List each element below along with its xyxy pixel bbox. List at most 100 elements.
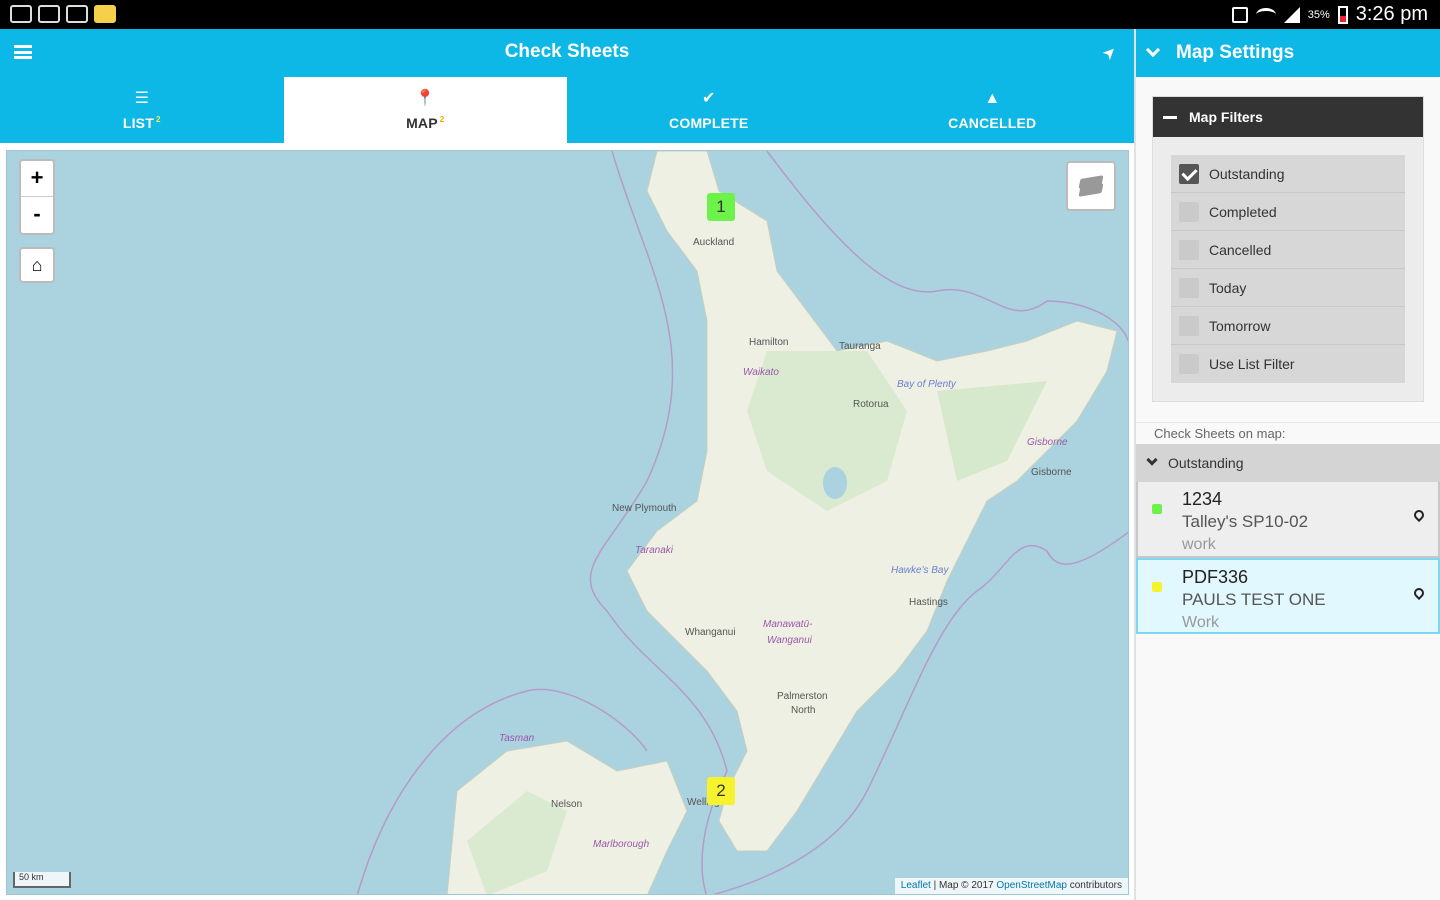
wifi-icon	[1255, 7, 1276, 22]
outstanding-group-header[interactable]: Outstanding	[1136, 444, 1440, 482]
region-label: Wanganui	[767, 635, 812, 646]
filter-list: Outstanding Completed Cancelled Today To…	[1171, 155, 1405, 383]
filter-completed[interactable]: Completed	[1171, 193, 1405, 231]
tab-map-badge: 2	[439, 115, 445, 124]
zoom-control: + -	[19, 159, 55, 235]
leaflet-link[interactable]: Leaflet	[901, 880, 931, 891]
region-label: Marlborough	[593, 839, 650, 850]
message-notification-icon	[66, 5, 88, 23]
region-label: Gisborne	[1027, 437, 1068, 448]
place-label: Hastings	[909, 597, 948, 608]
water-label: Bay of Plenty	[897, 379, 956, 390]
image-notification-icon	[10, 5, 32, 23]
region-label: Tasman	[499, 733, 535, 744]
zoom-out-button[interactable]: -	[21, 197, 53, 233]
chevron-down-icon	[1145, 42, 1161, 58]
region-label: Taranaki	[635, 545, 673, 556]
home-icon: ⌂	[31, 255, 43, 275]
collapse-icon	[1163, 115, 1177, 119]
place-label: North	[791, 705, 816, 716]
tab-bar: ☰ LIST 2 📍 MAP 2 ✔ COMPLETE ▲ CANCELLED	[0, 77, 1134, 143]
place-label: Auckland	[693, 237, 735, 248]
filter-label: Cancelled	[1209, 241, 1272, 258]
tab-map[interactable]: 📍 MAP 2	[283, 77, 567, 143]
tab-list-badge: 2	[155, 115, 161, 124]
notification-icons	[10, 5, 116, 23]
sheet-id: 1234	[1182, 489, 1223, 509]
map-land-layer	[356, 151, 1128, 894]
place-label: Palmerston	[777, 691, 828, 702]
status-bar: 35% 3:26 pm	[0, 0, 1440, 29]
osm-link[interactable]: OpenStreetMap	[996, 880, 1067, 891]
place-label: Tauranga	[839, 341, 881, 352]
tab-complete[interactable]: ✔ COMPLETE	[567, 77, 851, 143]
system-indicators: 35% 3:26 pm	[1231, 3, 1428, 26]
battery-percent: 35%	[1307, 8, 1330, 21]
home-button[interactable]: ⌂	[19, 247, 55, 283]
map-view[interactable]: Auckland Hamilton Tauranga Waikato Bay o…	[6, 150, 1129, 895]
map-settings-header[interactable]: Map Settings	[1136, 29, 1440, 77]
filter-tomorrow[interactable]: Tomorrow	[1171, 307, 1405, 345]
checkbox[interactable]	[1179, 315, 1199, 336]
chevron-down-icon	[1146, 454, 1158, 466]
check-icon: ✔	[702, 90, 716, 107]
map-filters-header[interactable]: Map Filters	[1153, 97, 1423, 137]
folder-notification-icon	[94, 5, 116, 23]
checkbox[interactable]	[1179, 239, 1199, 260]
clock: 3:26 pm	[1355, 3, 1428, 25]
filter-label: Today	[1209, 279, 1247, 296]
north-island	[626, 151, 1118, 852]
map-marker-2[interactable]: 2	[707, 777, 735, 805]
check-sheet-item[interactable]: PDF336 PAULS TEST ONE Work	[1136, 558, 1440, 634]
image-notification-icon	[38, 5, 60, 23]
checkbox[interactable]	[1179, 354, 1199, 374]
filter-outstanding[interactable]: Outstanding	[1171, 155, 1405, 193]
filter-today[interactable]: Today	[1171, 269, 1405, 307]
region-label: Manawatū-	[763, 619, 813, 630]
place-label: Gisborne	[1031, 467, 1072, 478]
map-marker-1[interactable]: 1	[707, 193, 735, 221]
sheet-type: work	[1182, 536, 1216, 553]
app-bar: Check Sheets ➤	[0, 29, 1134, 77]
place-label: Hamilton	[749, 337, 789, 348]
scale-bar: 50 km	[13, 872, 71, 888]
lake-taupo	[823, 467, 847, 499]
water-label: Hawke's Bay	[891, 565, 949, 576]
app-root: 35% 3:26 pm Check Sheets ➤ ☰ LIST 2 📍 MAP…	[0, 0, 1440, 900]
sheet-name: Talley's SP10-02	[1182, 512, 1309, 531]
filter-label: Outstanding	[1209, 165, 1285, 182]
list-icon: ☰	[134, 90, 149, 107]
checkbox[interactable]	[1179, 201, 1199, 222]
filter-label: Completed	[1209, 203, 1277, 220]
check-sheet-item[interactable]: 1234 Talley's SP10-02 work	[1136, 482, 1440, 558]
map-settings-title: Map Settings	[1176, 42, 1295, 63]
tab-map-label: MAP	[406, 115, 438, 131]
place-label: Rotorua	[853, 399, 889, 410]
check-sheets-on-map-label: Check Sheets on map:	[1136, 422, 1440, 444]
status-dot	[1152, 504, 1162, 514]
filter-label: Tomorrow	[1209, 317, 1271, 334]
tab-list[interactable]: ☰ LIST 2	[0, 77, 284, 143]
tab-cancelled[interactable]: ▲ CANCELLED	[851, 77, 1135, 143]
place-label: Whanganui	[685, 627, 736, 638]
sheet-type: Work	[1182, 614, 1220, 631]
attribution-text: | Map © 2017	[930, 880, 997, 891]
tab-cancelled-label: CANCELLED	[948, 115, 1037, 131]
sim-icon	[1231, 6, 1248, 23]
map-attribution: Leaflet | Map © 2017 OpenStreetMap contr…	[894, 878, 1128, 894]
tab-complete-label: COMPLETE	[669, 115, 749, 131]
checkbox[interactable]	[1179, 163, 1199, 184]
filter-label: Use List Filter	[1209, 356, 1295, 372]
zoom-in-button[interactable]: +	[21, 161, 53, 197]
map-settings-panel: Map Settings Map Filters Outstanding Com…	[1134, 29, 1440, 900]
checkbox[interactable]	[1179, 277, 1199, 298]
tab-list-label: LIST	[122, 115, 154, 131]
map-filters-title: Map Filters	[1189, 109, 1263, 125]
filter-use-list[interactable]: Use List Filter	[1171, 345, 1405, 383]
place-label: Nelson	[551, 799, 583, 810]
filter-cancelled[interactable]: Cancelled	[1171, 231, 1405, 269]
layers-button[interactable]	[1066, 161, 1116, 211]
place-label: New Plymouth	[612, 503, 677, 514]
page-title: Check Sheets	[504, 41, 630, 62]
attribution-text: contributors	[1066, 880, 1122, 891]
